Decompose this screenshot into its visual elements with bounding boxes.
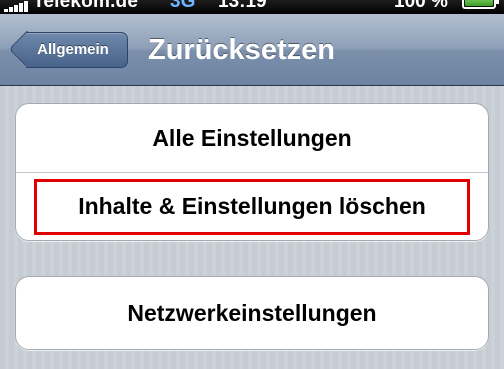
carrier-name: Telekom.de: [33, 0, 139, 12]
network-type: 3G: [170, 0, 196, 12]
reset-network-settings-cell[interactable]: Netzwerkeinstellungen: [16, 277, 488, 349]
reset-all-settings-cell[interactable]: Alle Einstellungen: [16, 104, 488, 173]
erase-content-settings-cell[interactable]: Inhalte & Einstellungen löschen: [16, 172, 488, 240]
status-clock: 13:19: [218, 0, 267, 12]
battery-percentage: 100 %: [394, 0, 448, 12]
navigation-bar: Allgemein Zurücksetzen: [0, 14, 504, 86]
status-bar: Telekom.de 3G 13:19 100 %: [0, 0, 504, 14]
signal-strength-icon: [4, 0, 30, 12]
page-title: Zurücksetzen: [148, 34, 335, 66]
battery-icon: [462, 0, 499, 9]
back-button[interactable]: Allgemein: [8, 30, 128, 68]
settings-group-reset: Alle Einstellungen Inhalte & Einstellung…: [15, 103, 489, 241]
back-button-label: Allgemein: [37, 41, 109, 58]
settings-group-network: Netzwerkeinstellungen: [15, 276, 489, 350]
